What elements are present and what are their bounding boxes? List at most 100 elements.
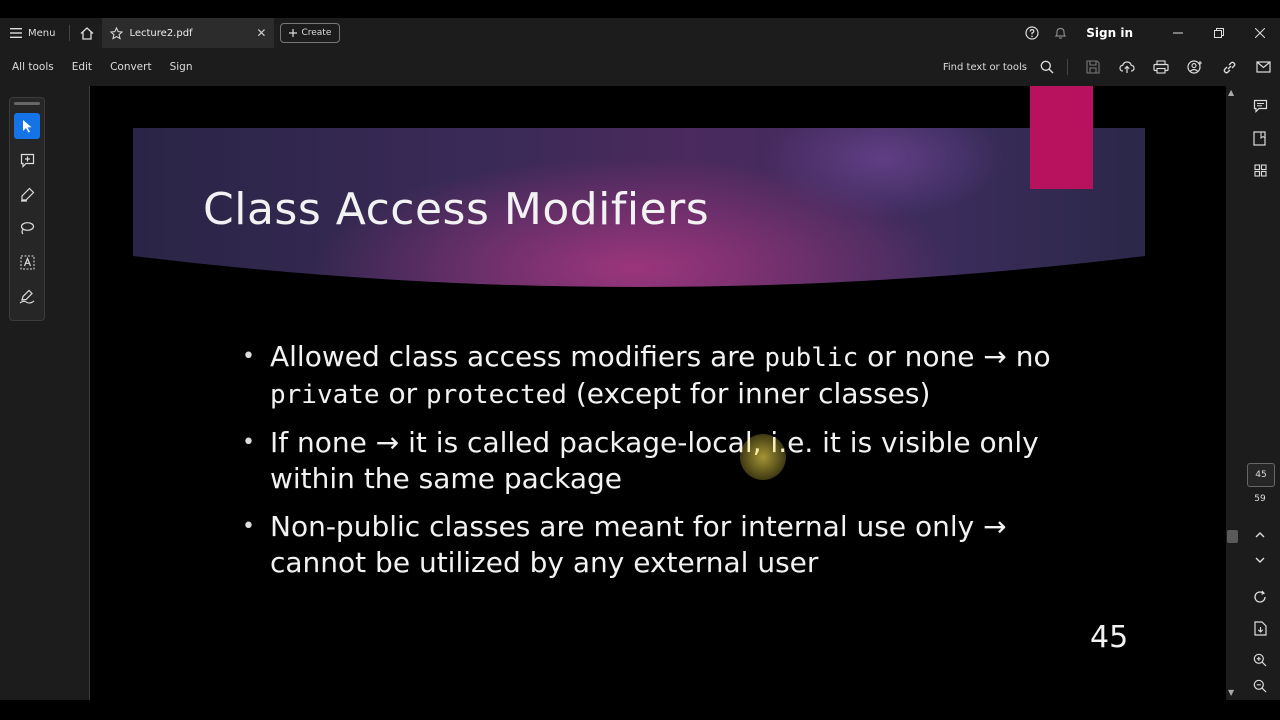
mail-icon [1255, 61, 1271, 73]
page-export-icon [1253, 620, 1267, 636]
chevron-up-icon [1255, 531, 1265, 537]
upload-button[interactable] [1110, 48, 1144, 86]
home-icon [81, 26, 94, 40]
menu-button[interactable]: Menu [0, 18, 65, 48]
current-page-field[interactable]: 45 [1247, 463, 1275, 487]
zoom-out-icon [1253, 679, 1267, 693]
thumbnails-panel-button[interactable] [1240, 154, 1280, 186]
tool-bar: All tools Edit Convert Sign Find text or… [0, 48, 1280, 86]
code-public: public [764, 343, 859, 373]
slide-title: Class Access Modifiers [203, 184, 710, 235]
sign-tool-button[interactable] [14, 283, 40, 309]
right-rail: 45 59 [1240, 86, 1280, 700]
bullet-item: Non-public classes are meant for interna… [242, 509, 1062, 581]
print-button[interactable] [1144, 48, 1178, 86]
scroll-down-icon[interactable]: ▼ [1228, 688, 1234, 697]
document-tab[interactable]: Lecture2.pdf ✕ [102, 18, 275, 48]
cursor-highlight [740, 434, 786, 480]
comment-icon [1253, 99, 1267, 113]
slide-bullets: Allowed class access modifiers are publi… [242, 339, 1062, 593]
bullet1-text-3: or [379, 377, 427, 410]
slide-accent-tab [1030, 86, 1093, 189]
close-tab-icon[interactable]: ✕ [256, 26, 266, 40]
draw-tool-button[interactable] [14, 215, 40, 241]
text-box-icon [20, 255, 34, 269]
plus-icon [289, 29, 298, 37]
bell-icon [1054, 27, 1067, 39]
zoom-in-icon [1253, 653, 1267, 667]
rotate-button[interactable] [1240, 581, 1280, 613]
bookmarks-panel-button[interactable] [1240, 122, 1280, 154]
bullet-item: If none → it is called package-local, i.… [242, 425, 1062, 497]
menu-all-tools[interactable]: All tools [12, 61, 54, 73]
cursor-arrow-icon [23, 120, 32, 133]
highlighter-icon [20, 187, 34, 202]
menu-edit[interactable]: Edit [72, 61, 92, 73]
total-pages: 59 [1254, 494, 1266, 504]
rotate-icon [1254, 590, 1266, 603]
slide-number: 45 [1090, 620, 1129, 655]
title-bar: Menu Lecture2.pdf ✕ Create Sign in [0, 18, 1280, 48]
bottom-letterbox [0, 700, 1280, 720]
vertical-scrollbar[interactable]: ▲ ▼ [1226, 86, 1240, 700]
scroll-up-icon[interactable]: ▲ [1228, 88, 1234, 97]
menu-label: Menu [28, 27, 56, 39]
divider [69, 25, 71, 41]
tab-title: Lecture2.pdf [129, 27, 193, 39]
link-icon [1223, 61, 1235, 73]
link-button[interactable] [1212, 48, 1246, 86]
home-button[interactable] [74, 18, 100, 48]
panel-grip[interactable] [14, 102, 40, 105]
help-icon [1025, 26, 1039, 40]
cloud-upload-icon [1119, 61, 1135, 73]
hamburger-icon [10, 28, 22, 38]
quick-tools-panel [9, 97, 45, 321]
create-label: Create [301, 28, 332, 38]
divider [1067, 59, 1068, 75]
menu-sign[interactable]: Sign [170, 61, 193, 73]
pen-sign-icon [19, 289, 35, 304]
restore-button[interactable] [1198, 18, 1239, 48]
scroll-thumb[interactable] [1227, 530, 1238, 543]
comment-add-icon [20, 153, 34, 168]
find-button[interactable] [1035, 48, 1059, 86]
bullet-item: Allowed class access modifiers are publi… [242, 339, 1062, 413]
find-text-or-tools[interactable]: Find text or tools [943, 62, 1027, 73]
extract-page-button[interactable] [1240, 612, 1280, 644]
next-page-button[interactable] [1240, 544, 1280, 576]
sign-in-button[interactable]: Sign in [1086, 26, 1133, 40]
lasso-icon [20, 222, 35, 235]
save-button[interactable] [1076, 48, 1110, 86]
user-add-icon [1187, 59, 1202, 74]
restore-icon [1213, 28, 1224, 38]
select-tool-button[interactable] [14, 113, 40, 139]
close-window-button[interactable] [1239, 18, 1280, 48]
code-protected: protected [426, 380, 567, 410]
share-user-button[interactable] [1178, 48, 1212, 86]
tool-menu: All tools Edit Convert Sign [12, 61, 211, 73]
notifications-button[interactable] [1046, 18, 1074, 48]
create-button[interactable]: Create [280, 23, 341, 43]
save-icon [1086, 60, 1100, 74]
bookmark-icon [1252, 130, 1266, 146]
document-viewport[interactable]: Class Access Modifiers Allowed class acc… [90, 86, 1190, 700]
bullet1-text-2: or none → no [858, 340, 1051, 373]
code-private: private [270, 380, 380, 410]
grid-icon [1253, 163, 1267, 177]
highlight-tool-button[interactable] [14, 181, 40, 207]
zoom-out-button[interactable] [1240, 670, 1280, 702]
close-icon [1254, 28, 1265, 38]
menu-convert[interactable]: Convert [110, 61, 152, 73]
email-button[interactable] [1246, 48, 1280, 86]
add-comment-button[interactable] [14, 147, 40, 173]
star-icon[interactable] [110, 26, 124, 40]
print-icon [1153, 60, 1169, 74]
minimize-button[interactable] [1157, 18, 1198, 48]
bullet1-text-4: (except for inner classes) [566, 377, 931, 410]
text-tool-button[interactable] [14, 249, 40, 275]
help-button[interactable] [1018, 18, 1046, 48]
search-icon [1040, 60, 1054, 74]
minimize-icon [1172, 32, 1183, 34]
comments-panel-button[interactable] [1240, 90, 1280, 122]
bullet1-text-1: Allowed class access modifiers are [270, 340, 765, 373]
